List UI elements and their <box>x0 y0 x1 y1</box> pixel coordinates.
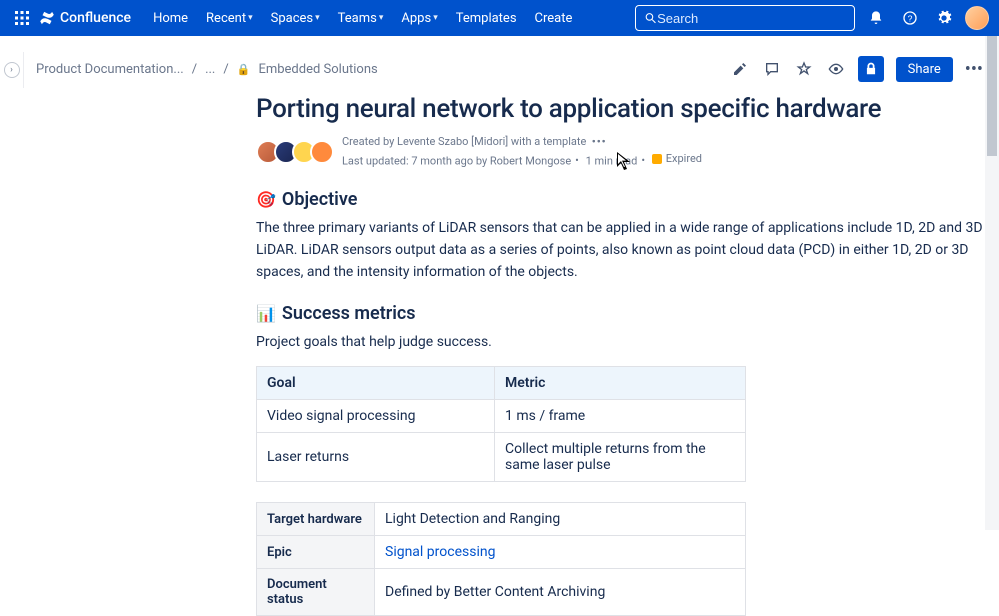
app-switcher-icon[interactable] <box>10 6 34 30</box>
scrollbar-thumb[interactable] <box>987 36 997 156</box>
product-name: Confluence <box>60 10 131 26</box>
created-by: Created by Levente Szabo [Midori] with a… <box>342 135 586 148</box>
nav-home[interactable]: Home <box>145 7 196 30</box>
col-metric: Metric <box>495 367 746 400</box>
settings-icon[interactable] <box>931 5 957 31</box>
top-navigation: Confluence Home Recent▾ Spaces▾ Teams▾ A… <box>0 0 999 36</box>
read-time: 1 min read <box>586 154 638 167</box>
watch-icon[interactable] <box>826 59 846 79</box>
table-row: Laser returns Collect multiple returns f… <box>257 433 746 482</box>
search-icon <box>644 11 657 25</box>
table-row: Video signal processing 1 ms / frame <box>257 400 746 433</box>
breadcrumb: Product Documentation... / ... / 🔒 Embed… <box>36 62 378 77</box>
chart-icon: 📊 <box>256 304 276 323</box>
table-row: Document status Defined by Better Conten… <box>257 569 746 616</box>
target-icon: 🎯 <box>256 190 276 209</box>
epic-link[interactable]: Signal processing <box>385 544 495 560</box>
star-icon[interactable] <box>794 59 814 79</box>
status-badge: Expired <box>652 151 702 168</box>
last-updated: Last updated: 7 month ago by Robert Mong… <box>342 154 571 167</box>
section-heading-metrics: 📊 Success metrics <box>256 303 983 324</box>
share-button[interactable]: Share <box>896 57 953 82</box>
notifications-icon[interactable] <box>863 5 889 31</box>
summary-table: Target hardware Light Detection and Rang… <box>256 502 746 616</box>
lock-icon: 🔒 <box>237 63 251 76</box>
breadcrumb-mid[interactable]: ... <box>205 62 215 77</box>
metrics-intro: Project goals that help judge success. <box>256 332 983 354</box>
nav-create[interactable]: Create <box>527 7 581 30</box>
search-input-wrapper[interactable] <box>635 5 855 31</box>
vertical-scrollbar[interactable] <box>985 36 999 530</box>
table-row: Target hardware Light Detection and Rang… <box>257 503 746 536</box>
expand-sidebar-button[interactable]: › <box>4 62 20 78</box>
contributor-avatars[interactable] <box>256 140 334 164</box>
more-actions-icon[interactable]: ••• <box>965 59 983 80</box>
page-actions: Share ••• <box>730 56 983 82</box>
breadcrumb-root[interactable]: Product Documentation... <box>36 62 184 77</box>
table-row: Epic Signal processing <box>257 536 746 569</box>
page-title: Porting neural network to application sp… <box>256 94 983 124</box>
byline: Created by Levente Szabo [Midori] with a… <box>256 134 983 169</box>
col-goal: Goal <box>257 367 495 400</box>
edit-icon[interactable] <box>730 59 750 79</box>
help-icon[interactable]: ? <box>897 5 923 31</box>
breadcrumb-leaf[interactable]: Embedded Solutions <box>258 62 377 77</box>
table-header-row: Goal Metric <box>257 367 746 400</box>
metrics-table: Goal Metric Video signal processing 1 ms… <box>256 366 746 482</box>
nav-templates[interactable]: Templates <box>448 7 525 30</box>
confluence-logo[interactable]: Confluence <box>38 9 131 27</box>
comment-icon[interactable] <box>762 59 782 79</box>
search-input[interactable] <box>657 11 846 26</box>
chevron-down-icon: ▾ <box>379 13 384 23</box>
nav-apps[interactable]: Apps▾ <box>393 7 445 30</box>
byline-more-icon[interactable]: ••• <box>592 135 607 148</box>
objective-body: The three primary variants of LiDAR sens… <box>256 218 983 283</box>
chevron-down-icon: ▾ <box>433 13 438 23</box>
svg-text:?: ? <box>908 13 913 23</box>
nav-spaces[interactable]: Spaces▾ <box>263 7 328 30</box>
chevron-down-icon: ▾ <box>248 13 253 23</box>
nav-teams[interactable]: Teams▾ <box>330 7 392 30</box>
collapse-sidebar: › <box>0 52 24 88</box>
section-heading-objective: 🎯 Objective <box>256 189 983 210</box>
restrictions-button[interactable] <box>858 56 884 82</box>
avatar[interactable] <box>310 140 334 164</box>
profile-avatar[interactable] <box>965 6 989 30</box>
status-dot-icon <box>652 154 662 164</box>
nav-recent[interactable]: Recent▾ <box>198 7 261 30</box>
chevron-down-icon: ▾ <box>315 13 320 23</box>
nav-items: Home Recent▾ Spaces▾ Teams▾ Apps▾ Templa… <box>145 7 580 30</box>
